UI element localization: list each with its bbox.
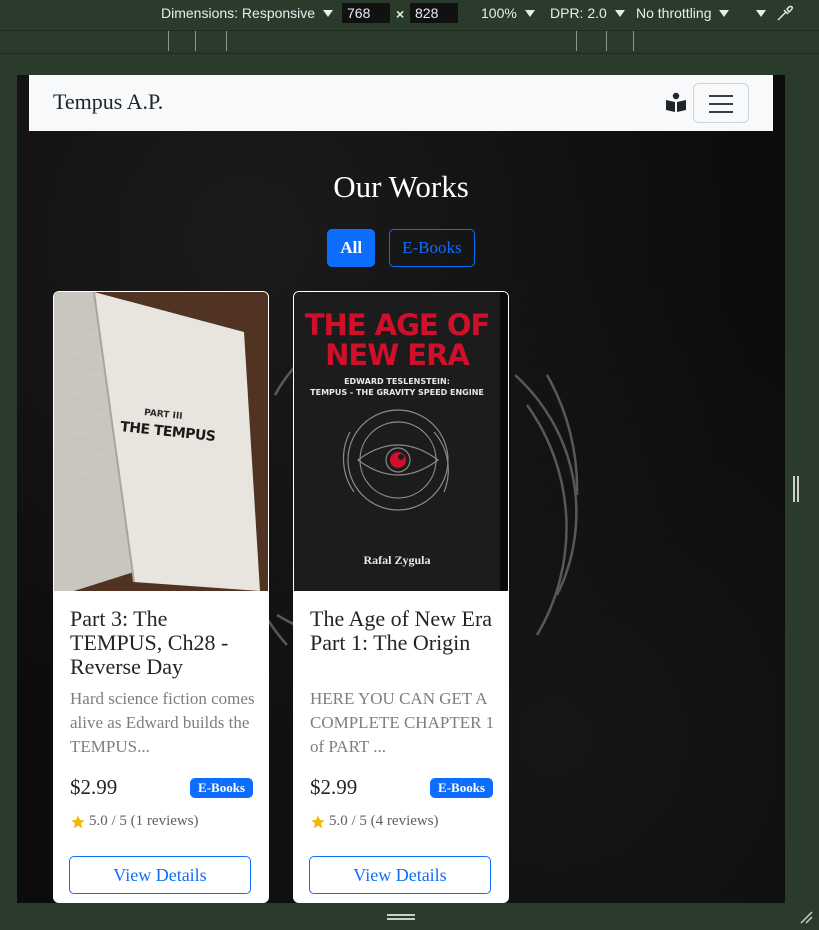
cover-title: THE AGE OF NEW ERA [294,310,500,370]
page-title: Our Works [333,169,469,204]
zoom-label: 100% [481,5,517,21]
eyedropper-icon[interactable] [776,4,794,22]
chevron-down-icon [524,9,535,17]
throttling-dropdown[interactable]: No throttling [636,5,730,21]
cover-subtitle: EDWARD TESLENSTEIN: TEMPUS - THE GRAVITY… [294,376,500,398]
price: $2.99 [70,775,118,799]
rating: 5.0 / 5 (4 reviews) [310,813,439,830]
cover-author: Rafal Zygula [363,553,431,567]
book-reader-icon[interactable] [665,91,687,113]
category-badge: E-Books [190,778,253,798]
view-details-button[interactable]: View Details [309,856,491,894]
filter-buttons: All E-Books [17,229,785,267]
filter-ebooks-button[interactable]: E-Books [389,229,475,267]
product-card: THE AGE OF NEW ERA EDWARD TESLENSTEIN: T… [293,291,509,903]
cover-subtitle-line1: EDWARD TESLENSTEIN: [344,377,450,386]
view-details-button[interactable]: View Details [69,856,251,894]
height-input[interactable]: 828 [410,3,458,23]
book-cover-image[interactable]: THE AGE OF NEW ERA EDWARD TESLENSTEIN: T… [294,292,508,591]
cover-title-line2: NEW ERA [325,338,470,372]
star-icon [71,814,85,828]
chevron-down-icon [756,10,766,17]
resize-handle-right[interactable] [793,476,795,502]
cover-subtitle-line2: TEMPUS - THE GRAVITY SPEED ENGINE [310,388,484,397]
rating-text: 5.0 / 5 (1 reviews) [89,813,199,829]
dimensions-dropdown[interactable]: Dimensions: Responsive [161,5,334,21]
media-query-ruler [0,30,819,54]
dpr-label: DPR: 2.0 [550,5,607,21]
zoom-dropdown[interactable]: 100% [481,5,535,21]
chevron-down-icon [614,9,625,17]
cover-title-line1: THE AGE OF [304,308,491,342]
dpr-dropdown[interactable]: DPR: 2.0 [550,5,625,21]
devtools-toolbar: Dimensions: Responsive 768 × 828 100% DP… [0,0,819,30]
card-description: Hard science fiction comes alive as Edwa… [70,689,255,756]
card-description: HERE YOU CAN GET A COMPLETE CHAPTER 1 of… [310,689,495,756]
chevron-down-icon [719,9,730,17]
rating: 5.0 / 5 (1 reviews) [70,813,199,830]
price: $2.99 [310,775,358,799]
resize-handle-bottom[interactable] [387,914,415,916]
book-cover-image[interactable]: PART III THE TEMPUS [54,292,268,591]
chevron-down-icon [323,9,334,17]
card-title[interactable]: The Age of New Era Part 1: The Origin [310,607,498,655]
star-icon [311,814,325,828]
width-input[interactable]: 768 [342,3,390,23]
hamburger-icon [709,95,733,97]
filter-all-button[interactable]: All [327,229,376,267]
throttling-label: No throttling [636,5,712,21]
rating-text: 5.0 / 5 (4 reviews) [329,813,439,829]
category-badge: E-Books [430,778,493,798]
product-card: PART III THE TEMPUS Part 3: The TEMPUS, … [53,291,269,903]
resize-corner-icon[interactable] [799,910,813,924]
dimensions-label: Dimensions: Responsive [161,5,316,21]
navbar-toggler-button[interactable] [693,83,749,123]
card-title[interactable]: Part 3: The TEMPUS, Ch28 - Reverse Day [70,607,258,679]
navbar: Tempus A.P. [29,75,773,131]
brand-logo-text[interactable]: Tempus A.P. [53,89,163,115]
devtools-bottom-bar [0,903,819,930]
page-viewport: Tempus A.P. Our Works All E-Books PART I… [17,75,785,903]
more-options-dropdown[interactable] [748,10,766,17]
times-symbol: × [396,6,405,22]
